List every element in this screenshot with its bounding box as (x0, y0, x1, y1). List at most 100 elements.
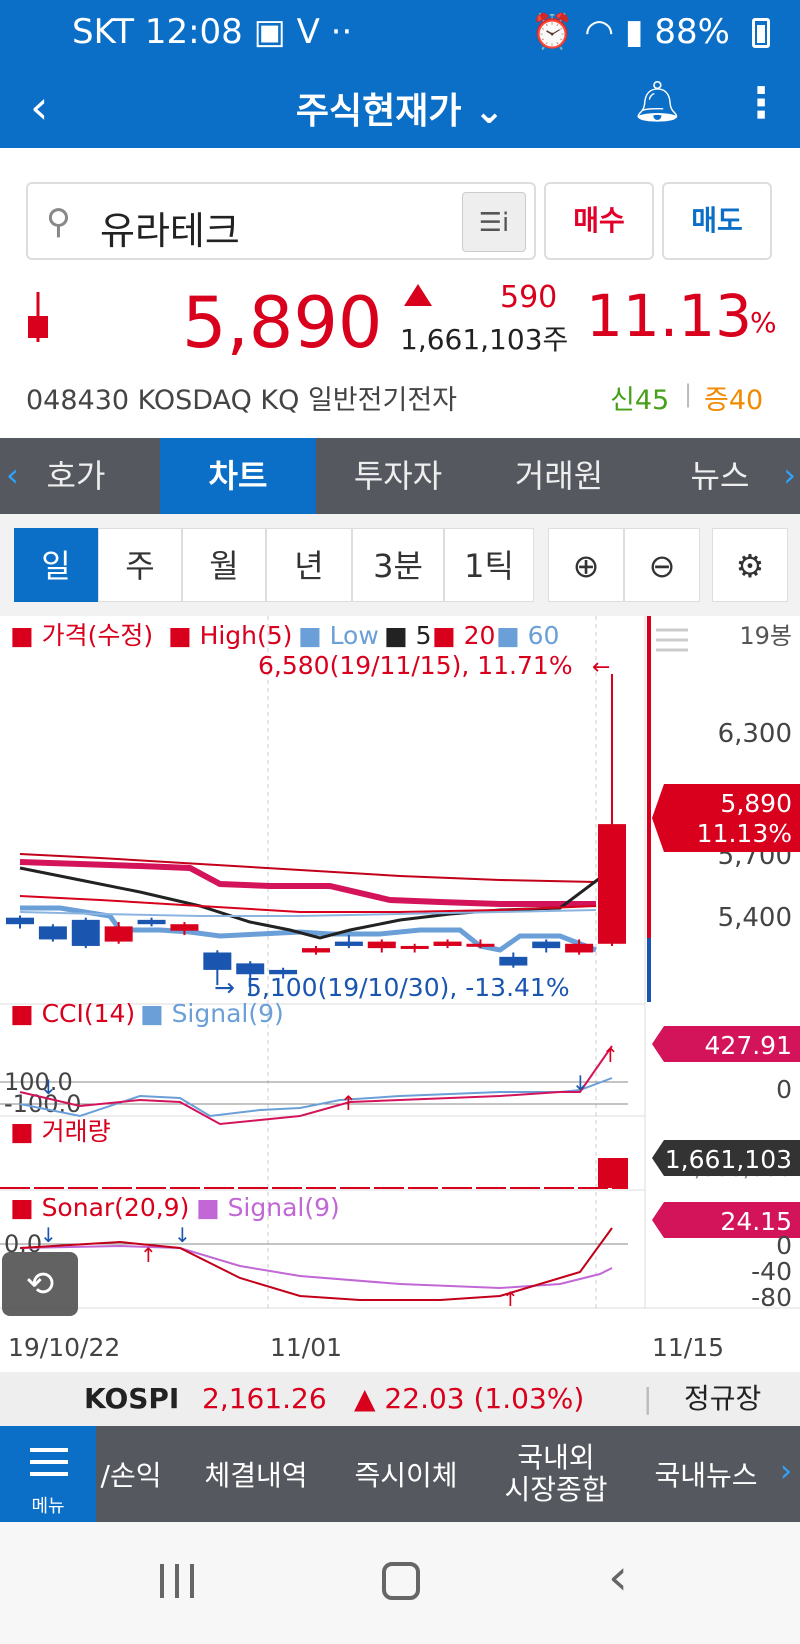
tab-broker[interactable]: 거래원 (478, 438, 640, 514)
price-tick: 6,300 (718, 719, 792, 749)
v-icon: V (296, 12, 320, 52)
up-arrow-icon: ↑ (340, 1091, 357, 1115)
stock-search-box[interactable]: ⚲ 유라테크 ☰i (26, 182, 536, 260)
down-arrow-icon: ↓ (572, 1071, 589, 1095)
legend-high5: ■ High(5) (168, 621, 292, 650)
tab-chart[interactable]: 차트 (160, 438, 316, 514)
index-name: KOSPI (84, 1382, 180, 1415)
candle-body (170, 924, 199, 931)
rotate-screen-button[interactable]: ⟲ (2, 1252, 78, 1316)
status-right: ⏰ ◠ ▮ 88% (531, 12, 730, 52)
candle-body (38, 926, 67, 940)
period-year[interactable]: 년 (266, 528, 352, 602)
up-arrow-icon: ↑ (140, 1243, 157, 1267)
period-week[interactable]: 주 (98, 528, 182, 602)
chart-area[interactable]: ■ 가격(수정) ■ High(5) ■ Low ■ 5 ■ 20 ■ 60 1… (0, 616, 800, 1372)
sonar-signal-line (19, 1244, 613, 1290)
main-tabs: ‹ 호가 차트 투자자 거래원 뉴스 › (0, 438, 800, 514)
date-tick: 19/10/22 (8, 1333, 120, 1362)
candle-body (400, 945, 429, 949)
chevron-right-icon[interactable]: › (783, 456, 796, 494)
more-vert-icon[interactable]: ⋮ (740, 78, 782, 127)
candle-body (104, 926, 133, 942)
sonar-signal-legend: ■ Signal(9) (196, 1193, 340, 1222)
cci-legend: ■ CCI(14) (10, 999, 135, 1028)
change-percent: 11.13 (586, 282, 753, 350)
down-arrow-icon: ↓ (40, 1223, 57, 1247)
up-arrow-icon: ↑ (502, 1287, 519, 1311)
legend-ma5: ■ 5 (384, 621, 431, 650)
zoom-in-icon[interactable]: ⊕ (548, 528, 624, 602)
bell-icon[interactable]: 🔔︎ (632, 78, 683, 125)
sonar-legend: ■ Sonar(20,9) (10, 1193, 189, 1222)
menu-item-transfer[interactable]: 즉시이체 (336, 1426, 476, 1522)
cci-tag-text: 427.91 (705, 1031, 792, 1060)
low-annotation: 5,100(19/10/30), -13.41% (246, 973, 570, 1002)
candles (6, 674, 626, 996)
candle-body (137, 919, 166, 925)
battery-percent: 88% (654, 12, 730, 52)
bottom-menu: 메뉴 /손익 체결내역 즉시이체 국내외 시장종합 국내뉴스 › (0, 1426, 800, 1522)
hamburger-icon (30, 1448, 68, 1476)
signal-icon: ▮ (624, 12, 644, 52)
cci-signal-legend: ■ Signal(9) (140, 999, 284, 1028)
cci-line (19, 1045, 613, 1126)
candle-body (367, 941, 396, 949)
stock-info-icon[interactable]: ☰i (462, 192, 526, 252)
sonar-tick: -40 (751, 1257, 792, 1286)
period-month[interactable]: 월 (182, 528, 266, 602)
divider: | (643, 1382, 653, 1415)
nav-back-icon[interactable]: ‹ (608, 1548, 628, 1606)
down-arrow-icon: ↓ (40, 1075, 57, 1099)
tab-news[interactable]: 뉴스 (640, 438, 800, 514)
high-arrow: ← (592, 655, 610, 680)
candle-body (6, 917, 34, 925)
sonar-tick: -80 (751, 1283, 792, 1312)
image-icon: ▣ (253, 12, 286, 52)
period-3min[interactable]: 3분 (352, 528, 444, 602)
index-ticker[interactable]: KOSPI 2,161.26 ▲ 22.03 (1.03%) | 정규장 (0, 1372, 800, 1426)
status-bar: SKT 12:08 ▣ V ·· ⏰ ◠ ▮ 88% (0, 0, 800, 66)
up-arrow-icon (404, 284, 432, 306)
down-arrow-icon: ↓ (174, 1223, 191, 1247)
high5-line (19, 859, 596, 907)
zoom-out-icon[interactable]: ⊖ (624, 528, 700, 602)
menu-item-market[interactable]: 국내외 시장종합 (486, 1426, 626, 1522)
candle-body (236, 963, 265, 975)
legend-ma60: ■ 60 (496, 621, 559, 650)
sonar-tick: 0 (776, 1231, 792, 1260)
panel-menu-icon[interactable] (656, 628, 688, 652)
tab-investor[interactable]: 투자자 (318, 438, 478, 514)
candle-body (334, 941, 363, 946)
recent-apps-icon[interactable] (160, 1564, 194, 1598)
stock-code-line: 048430 KOSDAQ KQ 일반전기전자 (26, 385, 457, 416)
price-tick: 5,400 (718, 903, 792, 933)
wifi-icon: ◠ (584, 12, 615, 52)
tab-hoga[interactable]: 호가 (0, 438, 152, 514)
volume-legend: ■ 거래량 (10, 1117, 111, 1146)
menu-item-pnl[interactable]: /손익 (96, 1426, 166, 1522)
settings-gear-icon[interactable]: ⚙ (712, 528, 788, 602)
buy-button[interactable]: 매수 (544, 182, 654, 260)
candle-body (433, 941, 462, 946)
sonar-line (19, 1227, 613, 1301)
home-icon[interactable] (382, 1562, 420, 1600)
cci-value-tag: 427.91 (652, 1026, 800, 1062)
stock-chart[interactable]: ■ 가격(수정) ■ High(5) ■ Low ■ 5 ■ 20 ■ 60 1… (0, 616, 800, 1372)
menu-button[interactable]: 메뉴 (0, 1426, 96, 1522)
volume-value-tag: 1,661,103 (652, 1140, 800, 1176)
divider: | (684, 380, 693, 408)
sell-button[interactable]: 매도 (662, 182, 772, 260)
market-session: 정규장 (684, 1382, 762, 1415)
candle-body (499, 956, 528, 966)
period-day[interactable]: 일 (14, 528, 98, 602)
candle-body (598, 824, 626, 944)
chevron-right-icon[interactable]: › (780, 1454, 792, 1489)
trade-volume: 1,661,103주 (400, 323, 569, 356)
search-input[interactable]: 유라테크 (100, 200, 240, 255)
menu-item-executions[interactable]: 체결내역 (186, 1426, 326, 1522)
period-1tick[interactable]: 1틱 (444, 528, 534, 602)
menu-item-news[interactable]: 국내뉴스 (636, 1426, 776, 1522)
period-bar: 일 주 월 년 3분 1틱 ⊕ ⊖ ⚙ (0, 514, 800, 616)
current-price: 5,890 (182, 282, 383, 364)
